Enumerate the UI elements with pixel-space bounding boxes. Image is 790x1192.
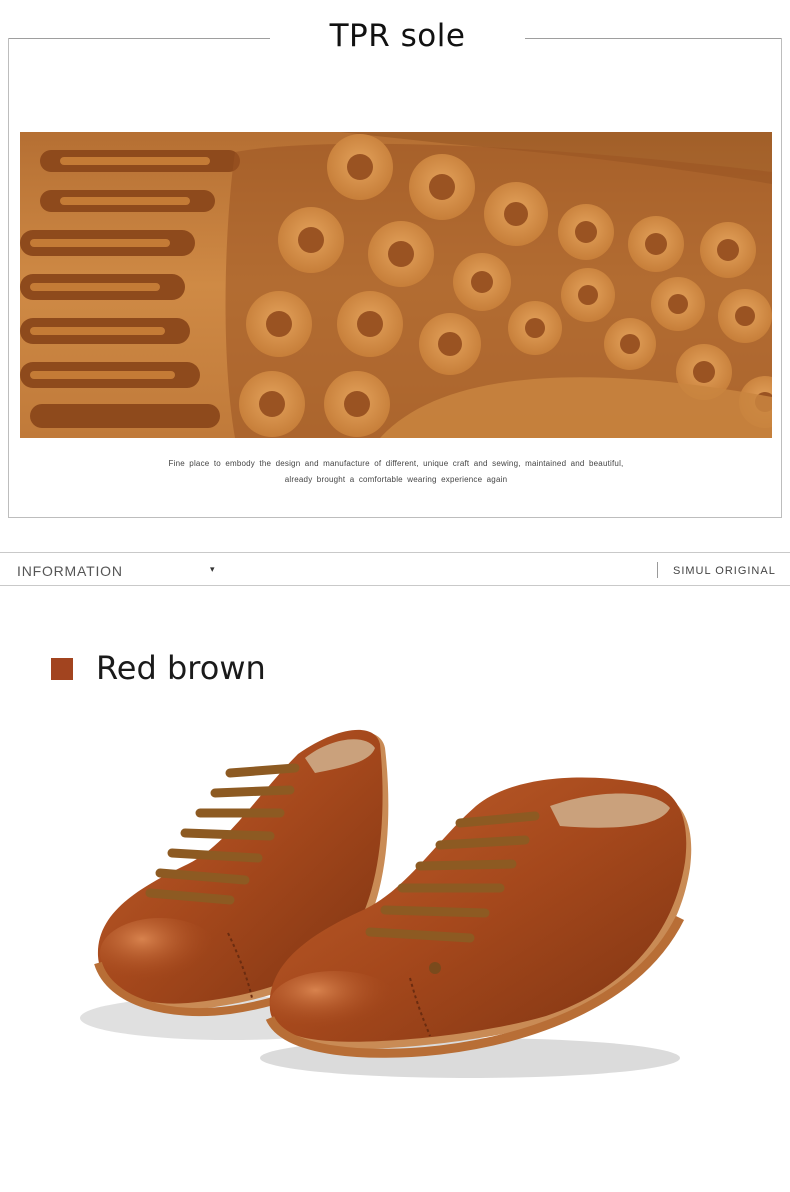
information-bar: INFORMATION ▾ SIMUL ORIGINAL xyxy=(0,552,790,586)
caption-line-2: already brought a comfortable wearing ex… xyxy=(284,475,508,484)
dropdown-arrow-icon[interactable]: ▾ xyxy=(210,564,215,575)
caption-line-1: Fine place to embody the design and manu… xyxy=(168,459,624,468)
brand-label: SIMUL ORIGINAL xyxy=(673,565,776,577)
color-swatch xyxy=(51,658,73,680)
brand-separator xyxy=(657,562,658,578)
sole-tread-photo xyxy=(20,132,772,438)
red-brown-shoes-photo xyxy=(80,729,692,1078)
information-label: INFORMATION xyxy=(17,563,123,579)
color-name: Red brown xyxy=(96,649,266,687)
